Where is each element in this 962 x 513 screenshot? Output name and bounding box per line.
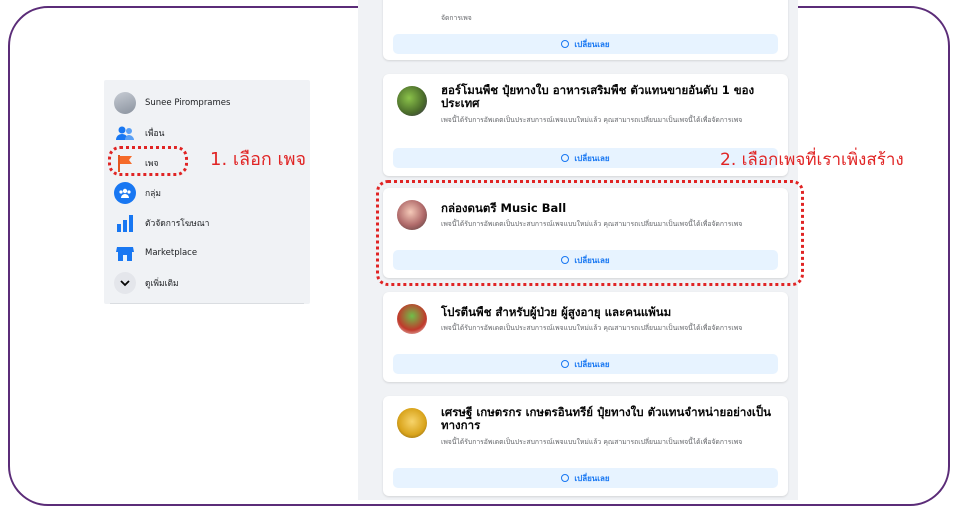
- switch-profile-icon: [561, 360, 570, 368]
- page-avatar: [397, 86, 427, 116]
- annotation-step2: 2. เลือกเพจที่เราเพิ่งสร้าง: [720, 150, 904, 170]
- switch-profile-icon: [561, 40, 570, 48]
- groups-icon: [114, 182, 136, 204]
- page-avatar: [397, 304, 427, 334]
- switch-now-label: เปลี่ยนเลย: [574, 473, 610, 483]
- switch-now-button[interactable]: เปลี่ยนเลย: [393, 34, 778, 54]
- avatar: [114, 92, 136, 114]
- switch-profile-icon: [561, 154, 570, 162]
- page-card-desc: เพจนี้ได้รับการอัพเดตเป็นประสบการณ์เพจแบ…: [441, 116, 743, 124]
- switch-now-label: เปลี่ยนเลย: [574, 39, 610, 49]
- page-card-partial: จัดการเพจ เปลี่ยนเลย: [383, 0, 788, 60]
- sidebar-item-profile[interactable]: Sunee Piromprames: [114, 92, 230, 114]
- sidebar-item-ads-manager[interactable]: ตัวจัดการโฆษณา: [114, 212, 209, 234]
- highlight-pages-item: [108, 146, 188, 176]
- annotation-step1: 1. เลือก เพจ: [210, 149, 307, 170]
- switch-now-button[interactable]: เปลี่ยนเลย: [393, 468, 778, 488]
- profile-name: Sunee Piromprames: [145, 98, 231, 108]
- page-card-desc: เพจนี้ได้รับการอัพเดตเป็นประสบการณ์เพจแบ…: [441, 438, 743, 446]
- sidebar-item-label: ตัวจัดการโฆษณา: [145, 219, 210, 229]
- page-title[interactable]: ฮอร์โมนพืช ปุ๋ยทางใบ อาหารเสริมพืช ตัวแท…: [441, 84, 774, 110]
- switch-profile-icon: [561, 474, 570, 482]
- sidebar-item-friends[interactable]: เพื่อน: [114, 122, 164, 144]
- sidebar-item-label: Marketplace: [145, 248, 198, 258]
- switch-now-button[interactable]: เปลี่ยนเลย: [393, 354, 778, 374]
- sidebar-item-label: ดูเพิ่มเติม: [145, 279, 179, 289]
- bar-chart-icon: [114, 212, 136, 234]
- left-sidebar: Sunee Piromprames เพื่อน เพจ กลุ่ม ตัวจั…: [104, 80, 310, 304]
- page-title[interactable]: เศรษฐี เกษตรกร เกษตรอินทรีย์ ปุ๋ยทางใบ ต…: [441, 406, 774, 432]
- sidebar-item-label: เพื่อน: [145, 129, 165, 139]
- sidebar-item-see-more[interactable]: ดูเพิ่มเติม: [114, 272, 179, 294]
- storefront-icon: [114, 242, 136, 264]
- page-card: โปรตีนพืช สำหรับผู้ป่วย ผู้สูงอายุ และคน…: [383, 292, 788, 382]
- sidebar-item-groups[interactable]: กลุ่ม: [114, 182, 161, 204]
- page-avatar: [397, 408, 427, 438]
- page-card-desc: จัดการเพจ: [441, 14, 472, 22]
- sidebar-divider: [110, 303, 304, 304]
- page-card-desc: เพจนี้ได้รับการอัพเดตเป็นประสบการณ์เพจแบ…: [441, 324, 743, 332]
- page-card: เศรษฐี เกษตรกร เกษตรอินทรีย์ ปุ๋ยทางใบ ต…: [383, 396, 788, 496]
- switch-now-label: เปลี่ยนเลย: [574, 153, 610, 163]
- friends-icon: [114, 122, 136, 144]
- highlight-selected-page: [376, 180, 804, 286]
- chevron-down-icon: [114, 272, 136, 294]
- switch-now-label: เปลี่ยนเลย: [574, 359, 610, 369]
- sidebar-item-marketplace[interactable]: Marketplace: [114, 242, 197, 264]
- sidebar-item-label: กลุ่ม: [145, 189, 161, 199]
- page-title[interactable]: โปรตีนพืช สำหรับผู้ป่วย ผู้สูงอายุ และคน…: [441, 306, 774, 319]
